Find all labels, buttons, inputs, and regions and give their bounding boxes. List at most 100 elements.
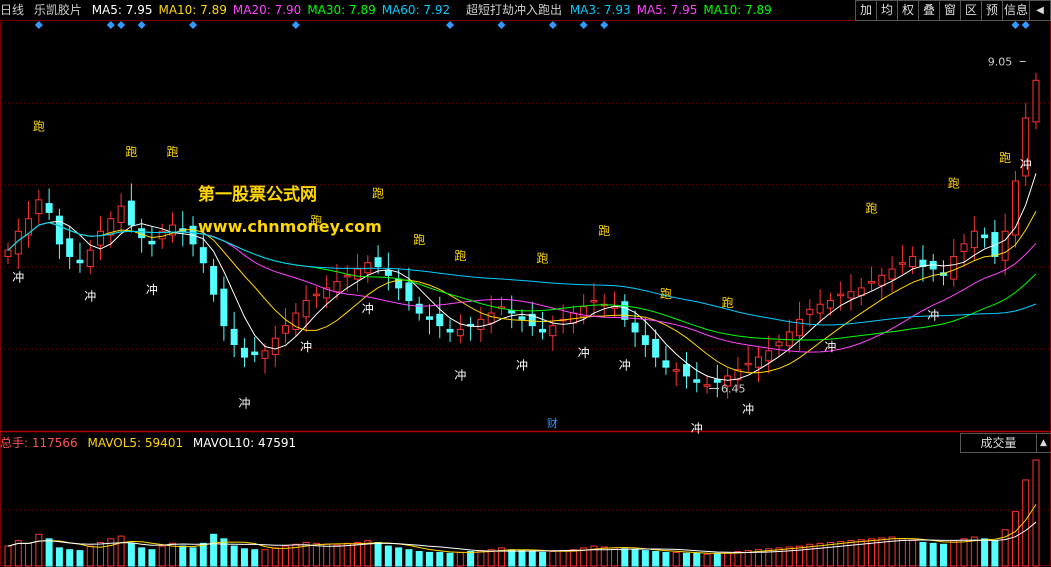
signal-diamond-11 (1011, 21, 1020, 29)
indicator-header: 日线 乐凯胶片 MA5: 7.95 MA10: 7.89 MA20: 7.90 MA3… (0, 0, 855, 20)
volume-bar-49 (508, 549, 516, 567)
toolbar-button-2[interactable]: 权 (898, 0, 919, 21)
volume-bar-44 (456, 551, 464, 567)
volume-bar-51 (528, 551, 536, 567)
volume-bar-77 (796, 545, 804, 567)
sell-signal-8: 跑 (598, 224, 610, 238)
candle-body-39 (405, 282, 413, 301)
volume-bar-3 (35, 533, 43, 567)
volume-dropdown-icon[interactable]: ▲ (1036, 433, 1051, 453)
candle-body-23 (240, 347, 248, 358)
period-label: 日线 (0, 3, 25, 17)
left-triangle-icon[interactable]: ◀ (1030, 0, 1051, 21)
volume-bar-39 (405, 549, 413, 567)
candle-body-88 (909, 255, 917, 268)
volume-bar-45 (467, 551, 475, 567)
candle-body-100 (1032, 79, 1040, 123)
volume-indicator-tab[interactable]: 成交量 (960, 433, 1037, 453)
volume-bar-64 (662, 551, 670, 567)
volume-header: 总手: 117566 MAVOL5: 59401 MAVOL10: 47591 (0, 434, 302, 452)
volume-bar-5 (55, 547, 63, 567)
signal-diamond-5 (291, 21, 300, 29)
candle-body-5 (55, 215, 63, 245)
candle-body-30 (312, 293, 320, 297)
candle-body-3 (35, 199, 43, 215)
candle-body-63 (652, 338, 660, 358)
stock-name: 乐凯胶片 (33, 3, 82, 17)
volume-bar-26 (271, 547, 279, 567)
candle-body-35 (364, 262, 372, 274)
finance-marker: 财 (547, 416, 558, 430)
candle-body-93 (960, 243, 968, 252)
volume-bar-79 (816, 542, 824, 567)
buy-signal-11: 冲 (742, 402, 754, 417)
signal-diamond-3 (137, 21, 146, 29)
candle-body-46 (477, 318, 485, 330)
sell-signal-0: 跑 (33, 120, 45, 134)
candle-body-57 (590, 299, 598, 303)
buy-signal-9: 冲 (619, 358, 631, 373)
volume-bar-53 (549, 551, 557, 567)
toolbar-button-4[interactable]: 窗 (940, 0, 961, 21)
toolbar-button-6[interactable]: 预 (982, 0, 1003, 21)
volume-bar-91 (939, 543, 947, 567)
toolbar-button-1[interactable]: 均 (877, 0, 898, 21)
candle-body-72 (744, 362, 752, 366)
candle-body-73 (754, 356, 762, 368)
volume-bar-24 (251, 549, 259, 567)
volume-bar-81 (837, 541, 845, 567)
ma-value-4: MA60: 7.92 (381, 3, 451, 17)
candle-body-24 (251, 351, 259, 356)
volume-bar-8 (86, 545, 94, 567)
toolbar-button-7[interactable]: 信息 (1003, 0, 1030, 21)
volume-bar-21 (220, 538, 228, 567)
volume-bar-19 (199, 542, 207, 567)
toolbar-button-5[interactable]: 区 (961, 0, 982, 21)
signal-diamond-7 (497, 21, 506, 29)
price-volume-chart[interactable]: 跑跑 跑跑跑跑跑 跑跑跑跑跑跑跑冲冲 冲冲冲冲冲冲冲冲冲冲冲冲冲9.056.45财 (0, 0, 1051, 567)
candle-body-68 (703, 384, 711, 387)
buy-signal-10: 冲 (691, 421, 703, 436)
low-price-label: 6.45 (721, 383, 746, 396)
candle-body-8 (86, 249, 94, 268)
volume-bar-96 (991, 540, 999, 567)
volume-bar-70 (724, 551, 732, 567)
volume-bar-82 (847, 540, 855, 567)
candle-body-43 (446, 328, 454, 333)
buy-signal-14: 冲 (1020, 156, 1032, 171)
volume-bar-100 (1032, 459, 1040, 567)
candle-body-22 (230, 328, 238, 346)
volume-bar-87 (898, 538, 906, 567)
volume-bar-40 (415, 551, 423, 567)
candle-body-14 (148, 240, 156, 245)
volume-bar-95 (981, 538, 989, 567)
candle-body-62 (641, 335, 649, 346)
toolbar-button-3[interactable]: 叠 (919, 0, 940, 21)
buy-signal-2: 冲 (146, 282, 158, 297)
volume-bar-7 (76, 550, 84, 567)
toolbar-button-0[interactable]: 加 (855, 0, 877, 21)
candle-body-97 (1001, 230, 1009, 261)
sell-signal-7: 跑 (537, 252, 549, 266)
candle-body-52 (539, 328, 547, 333)
volume-bar-38 (395, 547, 403, 567)
candle-body-29 (302, 299, 310, 318)
volume-bar-89 (919, 541, 927, 567)
volume-bar-2 (25, 542, 33, 567)
ma-value-2: MA20: 7.90 (232, 3, 302, 17)
volume-bar-34 (354, 541, 362, 567)
candle-body-86 (888, 268, 896, 280)
candle-body-74 (765, 350, 773, 362)
indicator-value-2: MA10: 7.89 (703, 3, 772, 17)
high-price-label: 9.05 (988, 55, 1013, 68)
mavol5-label: MAVOL5: 59401 (87, 436, 184, 450)
sell-signal-5: 跑 (413, 233, 425, 247)
signal-diamond-6 (446, 21, 455, 29)
volume-bar-18 (189, 547, 197, 567)
candle-body-9 (97, 230, 105, 246)
volume-bar-0 (4, 545, 12, 567)
candle-body-6 (66, 238, 74, 257)
candle-body-95 (981, 234, 989, 239)
volume-bar-60 (621, 548, 629, 567)
volume-bar-17 (179, 545, 187, 567)
